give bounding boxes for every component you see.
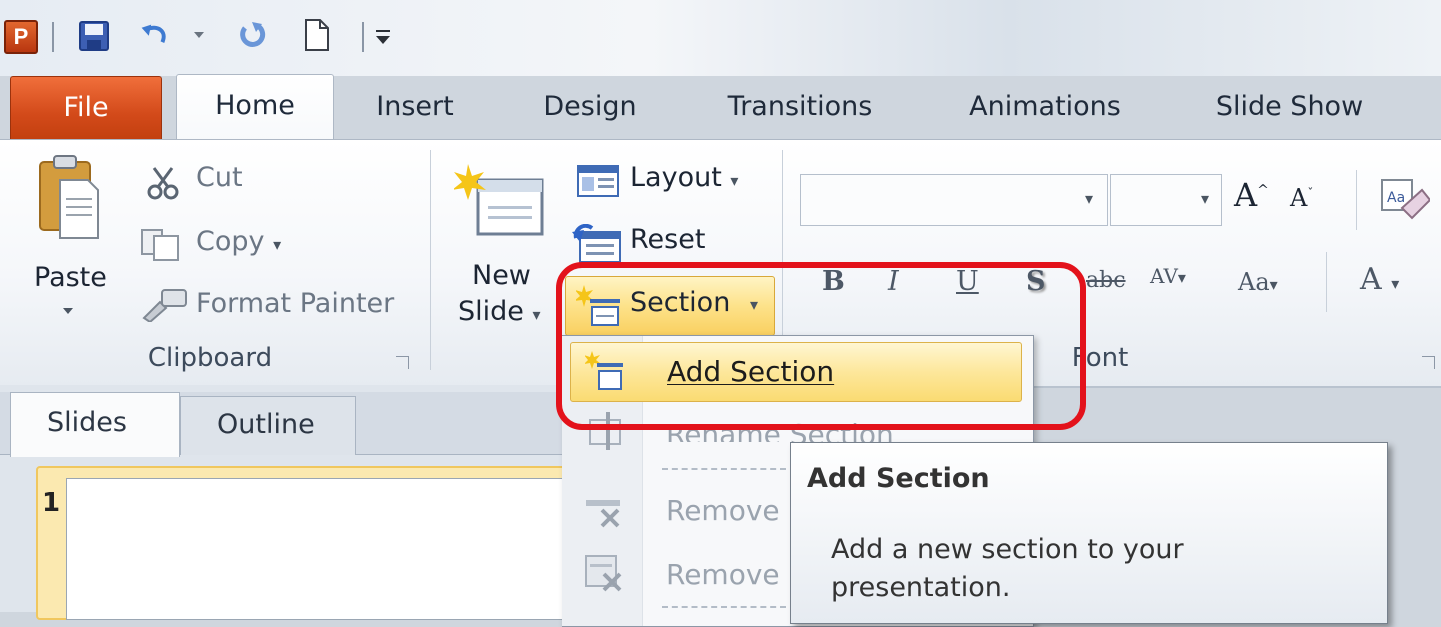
shrink-font-icon[interactable]: Aˇ: [1290, 184, 1313, 212]
paste-button-label[interactable]: Paste: [34, 262, 107, 293]
copy-button[interactable]: Copy ▾: [196, 226, 281, 257]
tab-transitions[interactable]: Transitions: [705, 76, 895, 138]
layout-button[interactable]: Layout ▾: [630, 162, 738, 193]
chevron-down-icon[interactable]: ▾: [1391, 274, 1399, 293]
tab-slides-label: Slides: [47, 407, 127, 438]
quick-access-toolbar: P: [0, 0, 1441, 76]
font-size-dropdown[interactable]: ▾: [1110, 174, 1222, 226]
tab-animations[interactable]: Animations: [945, 76, 1145, 138]
add-section-tooltip: Add Section Add a new section to your pr…: [790, 442, 1388, 624]
customize-qat-icon[interactable]: [370, 18, 402, 52]
chevron-down-icon[interactable]: ▾: [273, 235, 281, 254]
clear-formatting-icon[interactable]: Aa: [1380, 178, 1430, 224]
tab-slides[interactable]: Slides: [10, 392, 180, 457]
tab-file[interactable]: File: [10, 76, 162, 139]
tab-outline-label: Outline: [217, 409, 315, 440]
remove-section-and-slides-icon: [585, 555, 622, 592]
group-divider: [1326, 252, 1327, 312]
layout-icon[interactable]: [576, 164, 620, 198]
chevron-down-icon[interactable]: ▾: [1201, 189, 1209, 208]
powerpoint-app-icon[interactable]: P: [4, 20, 38, 54]
group-divider: [430, 150, 431, 370]
qat-separator: [52, 22, 54, 52]
slide-number: 1: [42, 488, 61, 518]
undo-dropdown-icon[interactable]: [192, 30, 206, 40]
grow-font-icon[interactable]: A^: [1234, 176, 1269, 214]
dialog-launcher-icon[interactable]: [396, 356, 409, 369]
undo-icon[interactable]: [140, 18, 172, 52]
qat-separator: [362, 22, 364, 52]
format-painter-button[interactable]: Format Painter: [196, 288, 394, 319]
new-slide-icon[interactable]: [454, 162, 546, 238]
remove-section-icon: [586, 500, 620, 528]
chevron-down-icon[interactable]: ▾: [1270, 275, 1278, 294]
new-slide-label-line2: Slide: [458, 296, 524, 327]
tab-design[interactable]: Design: [520, 76, 660, 138]
group-divider: [1356, 170, 1357, 230]
font-name-dropdown[interactable]: ▾: [800, 174, 1108, 226]
cut-button[interactable]: Cut: [196, 162, 243, 193]
chevron-down-icon[interactable]: ▾: [730, 171, 738, 190]
slide-thumbnail[interactable]: [66, 478, 578, 620]
strikethrough-button[interactable]: abc: [1086, 268, 1126, 293]
copy-icon[interactable]: [140, 228, 182, 262]
svg-text:Aa: Aa: [1387, 190, 1405, 206]
ribbon-tab-bar: File Home Insert Design Transitions Anim…: [0, 74, 1441, 141]
font-color-label: A: [1360, 262, 1382, 297]
clipboard-group: Paste Cut Copy ▾ Format Painter Clipboar…: [0, 140, 430, 386]
paste-icon[interactable]: [36, 154, 102, 240]
change-case-button[interactable]: Aa▾: [1238, 268, 1278, 296]
character-spacing-label: AV: [1150, 264, 1178, 288]
tooltip-description: Add a new section to your presentation.: [831, 534, 1184, 603]
new-slide-button[interactable]: Slide ▾: [458, 296, 541, 327]
menu-separator: [662, 606, 786, 608]
layout-label: Layout: [630, 162, 722, 193]
new-slide-label-line1[interactable]: New: [472, 260, 531, 291]
highlight-annotation: [556, 262, 1086, 430]
chevron-down-icon[interactable]: ▾: [1085, 189, 1093, 208]
cut-icon[interactable]: [146, 166, 180, 200]
tab-insert[interactable]: Insert: [360, 76, 470, 138]
save-icon[interactable]: [78, 18, 110, 52]
dialog-launcher-icon[interactable]: [1422, 356, 1435, 369]
tab-outline[interactable]: Outline: [180, 396, 356, 455]
menu-separator: [662, 468, 786, 470]
format-painter-icon[interactable]: [140, 288, 188, 322]
chevron-down-icon[interactable]: [60, 306, 76, 316]
chevron-down-icon[interactable]: ▾: [533, 305, 541, 324]
character-spacing-button[interactable]: AV▾: [1150, 264, 1186, 288]
tab-home[interactable]: Home: [176, 74, 334, 141]
menu-item-remove-all-sections: Remove: [666, 558, 780, 591]
copy-label: Copy: [196, 226, 265, 257]
chevron-down-icon[interactable]: ▾: [1178, 268, 1186, 287]
tab-slide-show[interactable]: Slide Show: [1192, 76, 1387, 138]
new-document-icon[interactable]: [300, 18, 332, 52]
tooltip-title: Add Section: [807, 463, 990, 494]
change-case-label: Aa: [1238, 268, 1270, 296]
font-color-button[interactable]: A ▾: [1360, 262, 1399, 297]
menu-item-remove-section: Remove: [666, 494, 780, 527]
reset-button[interactable]: Reset: [630, 224, 705, 255]
reset-icon[interactable]: [572, 224, 622, 264]
redo-icon[interactable]: [236, 18, 268, 52]
clipboard-group-label: Clipboard: [147, 343, 273, 373]
